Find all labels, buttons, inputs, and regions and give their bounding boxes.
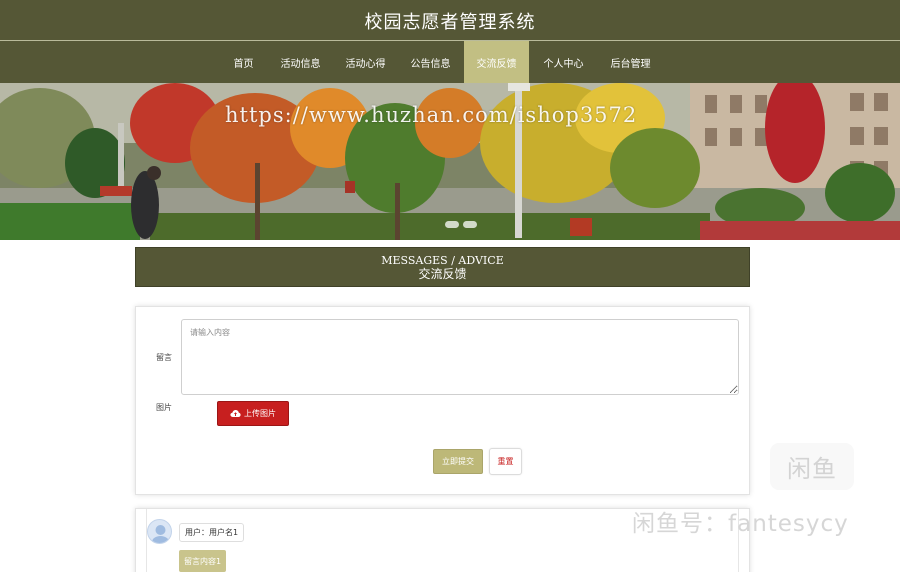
reset-button[interactable]: 重置	[489, 448, 522, 475]
carousel-dot[interactable]	[463, 221, 477, 228]
nav-item-profile[interactable]: 个人中心	[537, 41, 590, 83]
feedback-form: 留言 图片 上传图片 立即提交 重置	[135, 306, 750, 495]
user-avatar-icon	[147, 519, 172, 544]
carousel-dot[interactable]	[445, 221, 459, 228]
nav-item-feedback[interactable]: 交流反馈	[464, 41, 529, 83]
comment-content: 留言内容1	[179, 550, 227, 572]
nav-item-home[interactable]: 首页	[222, 41, 265, 83]
section-title-en: MESSAGES / ADVICE	[381, 254, 504, 267]
site-header: 校园志愿者管理系统	[0, 0, 900, 40]
banner-watermark-text: https://www.huzhan.com/ishop3572	[225, 103, 638, 127]
nav-item-activities[interactable]: 活动信息	[274, 41, 327, 83]
xianyu-watermark-badge: 闲鱼	[770, 443, 854, 490]
page: 校园志愿者管理系统 首页 活动信息 活动心得 公告信息 交流反馈 个人中心 后台…	[0, 0, 900, 572]
main-nav: 首页 活动信息 活动心得 公告信息 交流反馈 个人中心 后台管理	[0, 41, 900, 83]
nav-item-experiences[interactable]: 活动心得	[339, 41, 392, 83]
banner-carousel[interactable]: https://www.huzhan.com/ishop3572	[0, 83, 900, 240]
cloud-upload-icon	[230, 409, 241, 418]
xianyu-badge-text: 闲鱼	[787, 455, 837, 483]
nav-item-announcements[interactable]: 公告信息	[404, 41, 457, 83]
section-header: MESSAGES / ADVICE 交流反馈	[135, 247, 750, 287]
xianyu-watermark-text: 闲鱼号：fantesycy	[632, 511, 849, 537]
nav-item-admin[interactable]: 后台管理	[604, 41, 657, 83]
message-input[interactable]	[181, 319, 739, 395]
upload-image-label: 上传图片	[244, 409, 276, 418]
image-label: 图片	[156, 403, 172, 412]
site-title: 校园志愿者管理系统	[364, 11, 536, 33]
upload-image-button[interactable]: 上传图片	[217, 401, 289, 426]
comment-user: 用户：用户名1	[179, 523, 245, 542]
section-title-cn: 交流反馈	[418, 267, 467, 281]
message-label: 留言	[156, 353, 172, 362]
submit-button[interactable]: 立即提交	[433, 449, 483, 474]
carousel-indicators	[445, 221, 477, 228]
